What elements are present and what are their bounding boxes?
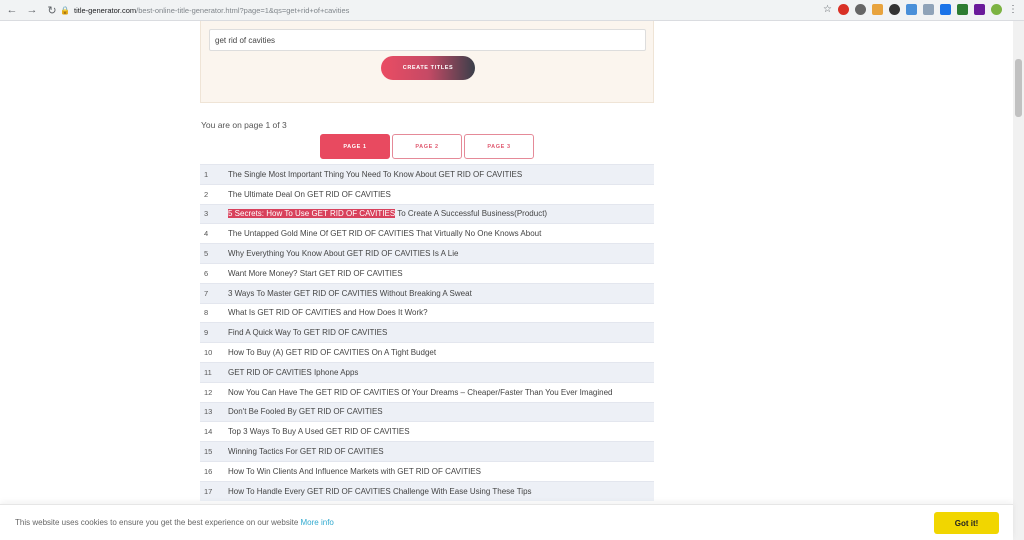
table-row: 7 3 Ways To Master GET RID OF CAVITIES Wi… [200,282,654,303]
table-row: 1 The Single Most Important Thing You Nee… [200,164,654,184]
page-info-text: You are on page 1 of 3 [201,120,287,130]
forward-icon[interactable]: → [24,2,40,18]
more-info-link[interactable]: More info [301,518,334,527]
row-number: 11 [204,367,212,377]
extension-icon[interactable] [855,4,866,15]
title-text: The Ultimate Deal On GET RID OF CAVITIES [228,189,391,199]
row-number: 17 [204,486,213,496]
url-host: title-generator.com [74,6,137,15]
extension-icon[interactable] [940,4,951,15]
table-row: 8 What Is GET RID OF CAVITIES and How Doe… [200,302,654,323]
table-row: 9 Find A Quick Way To GET RID OF CAVITIES [200,322,654,343]
row-number: 13 [204,407,213,417]
cookie-banner: This website uses cookies to ensure you … [0,504,1013,540]
row-number: 8 [204,308,209,318]
lock-icon: 🔒 [60,5,70,15]
extension-bar: ☆ ⋮ [823,4,1018,15]
table-row: 17 How To Handle Every GET RID OF CAVITIE… [200,480,654,501]
title-text: 3 Ways To Master GET RID OF CAVITIES Wit… [228,288,472,298]
title-text: What Is GET RID OF CAVITIES and How Does… [228,308,428,318]
row-number: 15 [204,447,213,457]
table-row: 14 Top 3 Ways To Buy A Used GET RID OF CA… [200,421,654,442]
got-it-button[interactable]: Got it! [934,512,999,534]
extension-icon[interactable] [838,4,849,15]
row-number: 7 [204,288,209,298]
table-row: 6 Want More Money? Start GET RID OF CAVIT… [200,262,654,283]
title-text-rest: To Create A Successful Business(Product) [395,209,548,219]
title-text: Top 3 Ways To Buy A Used GET RID OF CAVI… [228,427,410,437]
title-text: 5 Secrets: How To Use GET RID OF CAVITIE… [228,209,548,219]
row-number: 2 [204,189,209,199]
row-number: 10 [204,348,213,358]
title-text: Winning Tactics For GET RID OF CAVITIES [228,447,384,457]
title-results-table: 1 The Single Most Important Thing You Nee… [200,164,654,501]
reload-icon[interactable]: ↻ [44,2,60,18]
cookie-text: This website uses cookies to ensure you … [15,518,299,527]
title-text: Don't Be Fooled By GET RID OF CAVITIES [228,407,383,417]
title-text: Why Everything You Know About GET RID OF… [228,249,459,259]
table-row: 16 How To Win Clients And Influence Marke… [200,460,654,481]
table-row: 12 Now You Can Have The GET RID OF CAVITI… [200,381,654,402]
title-text: Want More Money? Start GET RID OF CAVITI… [228,268,403,278]
address-bar[interactable]: 🔒 title-generator.com/best-online-title-… [60,3,840,18]
table-row: 3 5 Secrets: How To Use GET RID OF CAVITI… [200,203,654,224]
title-text: How To Win Clients And Influence Markets… [228,466,481,476]
page-2-button[interactable]: PAGE 2 [392,134,462,159]
row-number: 5 [204,249,209,259]
row-number: 16 [204,466,213,476]
row-number: 3 [204,209,209,219]
extension-icon[interactable] [923,4,934,15]
extension-icon[interactable] [906,4,917,15]
table-row: 11 GET RID OF CAVITIES Iphone Apps [200,361,654,382]
page-scrollbar[interactable] [1013,21,1024,540]
browser-toolbar: ← → ↻ 🔒 title-generator.com/best-online-… [0,0,1024,21]
table-row: 4 The Untapped Gold Mine Of GET RID OF CA… [200,223,654,244]
create-titles-button[interactable]: CREATE TITLES [381,56,475,80]
back-icon[interactable]: ← [4,2,20,18]
row-number: 14 [204,427,213,437]
page-1-button[interactable]: PAGE 1 [320,134,390,159]
table-row: 2 The Ultimate Deal On GET RID OF CAVITIE… [200,183,654,204]
cookie-message: This website uses cookies to ensure you … [15,518,334,527]
keyword-input[interactable] [209,29,646,51]
page-3-button[interactable]: PAGE 3 [464,134,534,159]
extension-icon[interactable] [957,4,968,15]
title-text: Find A Quick Way To GET RID OF CAVITIES [228,328,388,338]
url-path: /best-online-title-generator.html?page=1… [136,6,350,15]
row-number: 6 [204,268,209,278]
extension-icon[interactable] [889,4,900,15]
table-row: 10 How To Buy (A) GET RID OF CAVITIES On … [200,342,654,362]
title-text: GET RID OF CAVITIES Iphone Apps [228,367,359,377]
table-row: 5 Why Everything You Know About GET RID O… [200,243,654,263]
menu-kebab-icon[interactable]: ⋮ [1008,4,1018,15]
title-text: The Untapped Gold Mine Of GET RID OF CAV… [228,229,542,239]
title-text: How To Handle Every GET RID OF CAVITIES … [228,486,532,496]
title-generator-form: CREATE TITLES [200,21,654,103]
bookmark-star-icon[interactable]: ☆ [823,4,832,15]
row-number: 9 [204,328,209,338]
extension-icon[interactable] [872,4,883,15]
row-number: 12 [204,387,213,397]
title-text: The Single Most Important Thing You Need… [228,169,523,179]
extension-icon[interactable] [974,4,985,15]
profile-avatar[interactable] [991,4,1002,15]
selected-text: 5 Secrets: How To Use GET RID OF CAVITIE… [228,209,396,219]
title-text: How To Buy (A) GET RID OF CAVITIES On A … [228,348,437,358]
title-text: Now You Can Have The GET RID OF CAVITIES… [228,387,613,397]
table-row: 13 Don't Be Fooled By GET RID OF CAVITIES [200,401,654,422]
row-number: 1 [204,169,209,179]
scrollbar-thumb[interactable] [1015,59,1022,117]
row-number: 4 [204,229,209,239]
table-row: 15 Winning Tactics For GET RID OF CAVITIE… [200,441,654,461]
